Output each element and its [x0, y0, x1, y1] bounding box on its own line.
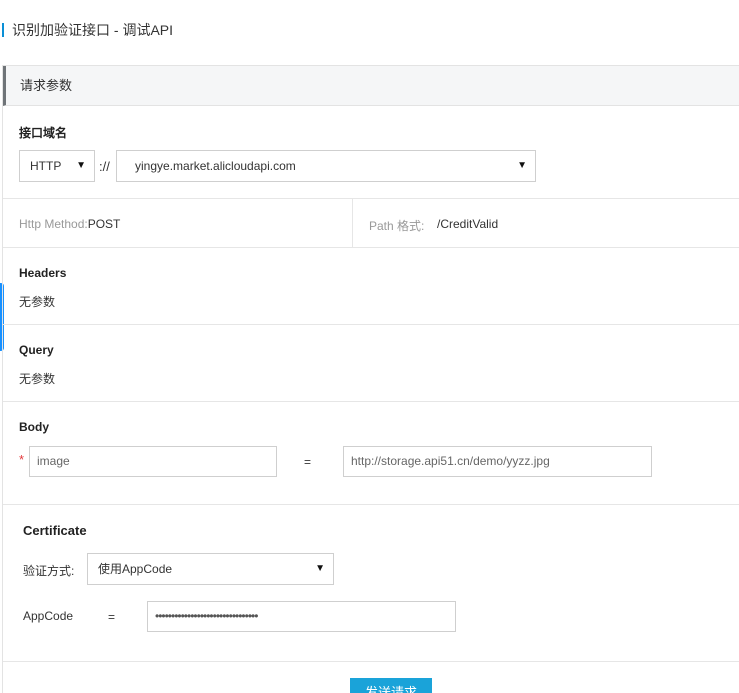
protocol-value: HTTP	[30, 159, 62, 173]
http-method-label: Http Method:	[19, 217, 88, 231]
query-empty-text: 无参数	[19, 372, 56, 386]
body-param-value-field[interactable]: http://storage.api51.cn/demo/yyzz.jpg	[343, 446, 652, 477]
page-title: 识别加验证接口 - 调试API	[0, 20, 173, 40]
divider	[3, 504, 739, 505]
query-label: Query	[19, 343, 54, 357]
path-format-label: Path 格式:	[369, 219, 425, 233]
divider	[3, 324, 739, 325]
appcode-label: AppCode	[23, 609, 74, 623]
path-row: Path 格式:	[369, 217, 424, 234]
http-method-value: POST	[87, 217, 121, 231]
divider	[352, 199, 353, 247]
divider	[3, 247, 739, 248]
host-value: yingye.market.alicloudapi.com	[135, 159, 296, 173]
divider	[3, 401, 739, 402]
certificate-label: Certificate	[23, 523, 87, 538]
domain-label: 接口域名	[19, 126, 68, 140]
headers-empty-text: 无参数	[19, 295, 56, 309]
protocol-select[interactable]: HTTP ▼	[19, 150, 95, 182]
chevron-down-icon: ▼	[315, 563, 325, 574]
required-mark: *	[19, 452, 25, 467]
panel-title: 请求参数	[3, 66, 739, 106]
body-param-name-field[interactable]: image	[29, 446, 277, 477]
headers-label: Headers	[19, 266, 67, 280]
http-method-row: Http Method:POST	[19, 217, 120, 231]
send-request-button[interactable]: 发送请求	[350, 678, 432, 693]
auth-method-select[interactable]: 使用AppCode ▼	[87, 553, 334, 585]
chevron-down-icon: ▼	[517, 160, 527, 171]
equals-sign: =	[304, 455, 312, 469]
host-select[interactable]: yingye.market.alicloudapi.com ▼	[116, 150, 536, 182]
path-format-value: /CreditValid	[437, 217, 499, 231]
divider	[3, 661, 739, 662]
chevron-down-icon: ▼	[76, 160, 86, 171]
auth-method-label: 验证方式:	[23, 564, 75, 578]
equals-sign: =	[108, 610, 116, 624]
divider	[3, 198, 739, 199]
auth-method-value: 使用AppCode	[98, 562, 173, 576]
protocol-separator: ://	[99, 159, 110, 174]
appcode-field[interactable]: ••••••••••••••••••••••••••••••••	[147, 601, 456, 632]
body-label: Body	[19, 420, 49, 434]
